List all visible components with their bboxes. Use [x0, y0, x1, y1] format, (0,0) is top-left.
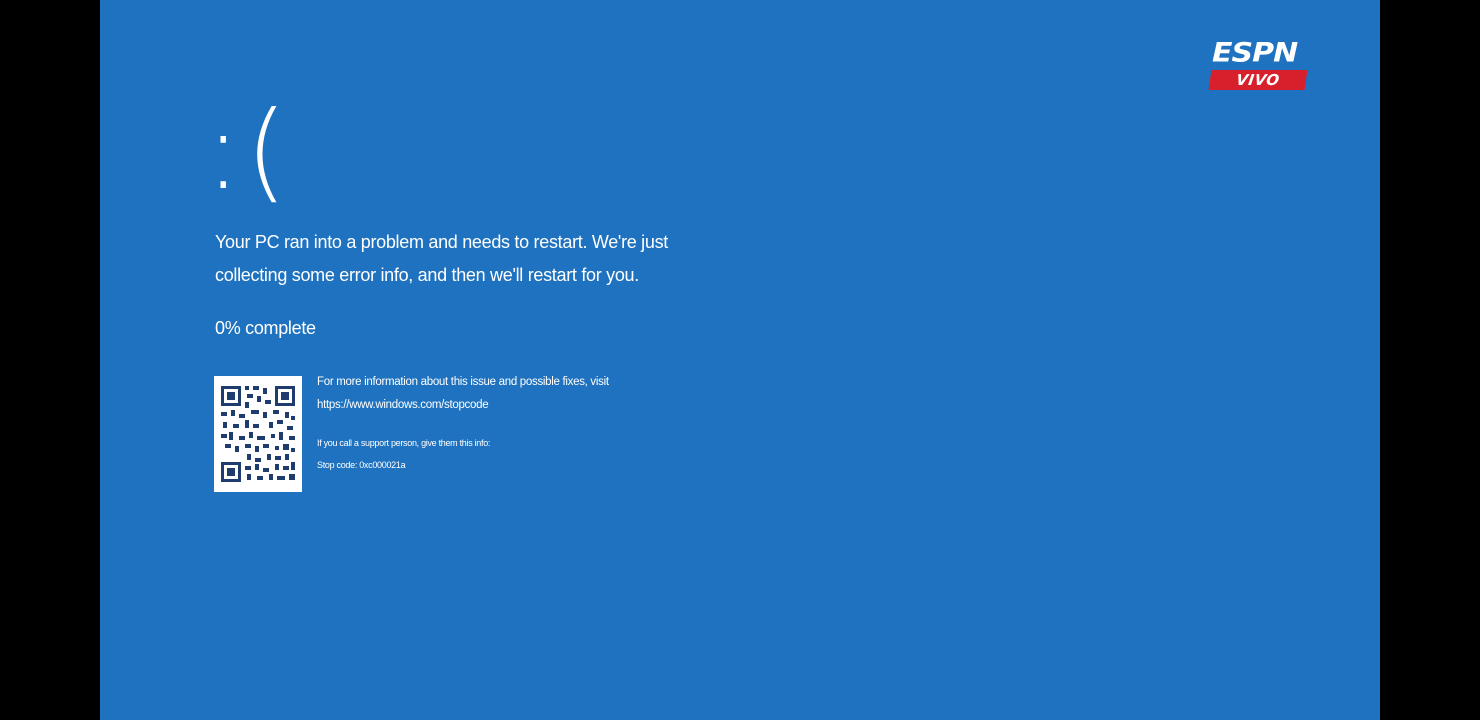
stop-code: Stop code: 0xc000021a — [317, 460, 406, 470]
espn-vivo-logo: ESPN VIVO — [1208, 37, 1310, 94]
blue-screen: :( Your PC ran into a problem and needs … — [100, 0, 1380, 720]
espn-wordmark: ESPN — [1212, 37, 1298, 69]
progress-text: 0% complete — [215, 318, 316, 338]
more-info-text: For more information about this issue an… — [317, 376, 609, 388]
qr-code-icon — [214, 376, 302, 492]
stopcode-info: For more information about this issue an… — [317, 372, 737, 472]
video-frame: :( Your PC ran into a problem and needs … — [0, 0, 1480, 720]
vivo-badge: VIVO — [1208, 70, 1308, 90]
error-message: Your PC ran into a problem and needs to … — [215, 232, 668, 285]
sad-face-emoticon: :( — [205, 89, 292, 214]
stopcode-url: https://www.windows.com/stopcode — [317, 399, 489, 411]
support-text: If you call a support person, give them … — [317, 438, 491, 448]
